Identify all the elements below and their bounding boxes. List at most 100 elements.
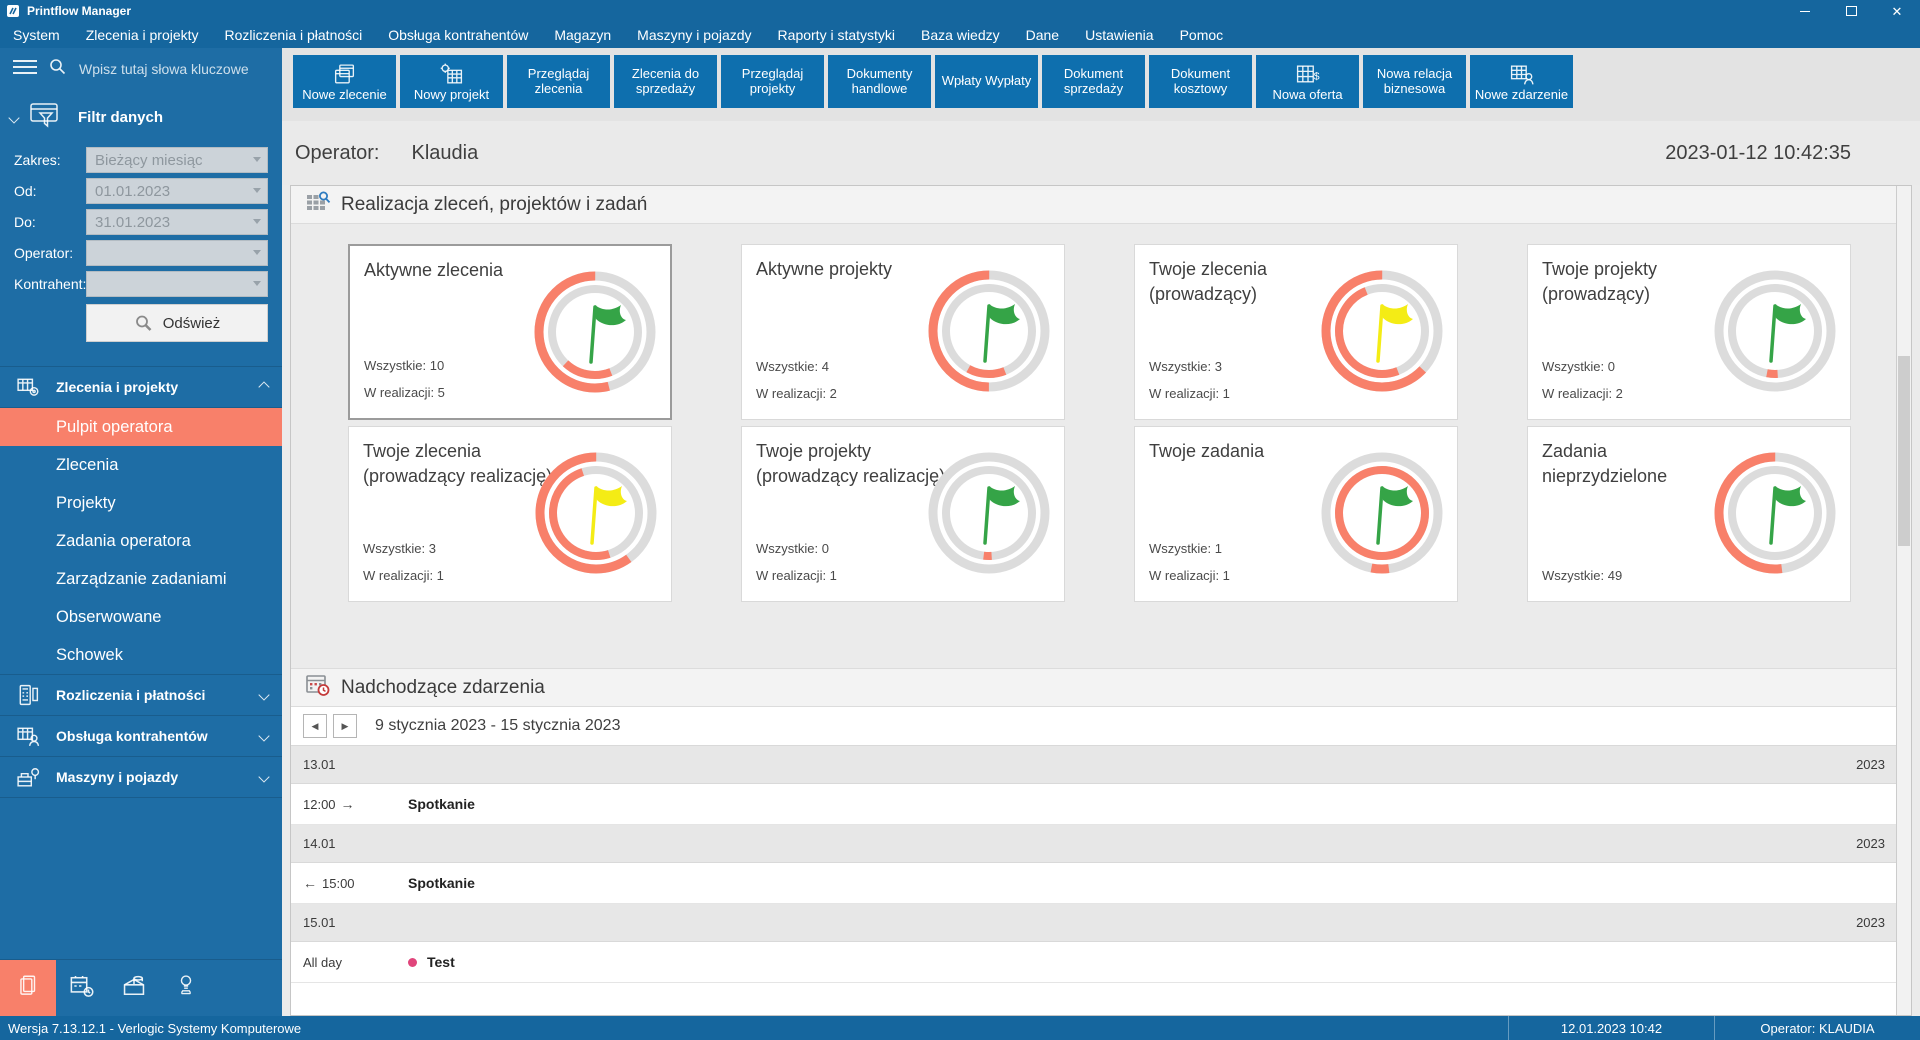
card-stat-line: W realizacji: 1	[756, 562, 837, 589]
event-date-row: 13.012023	[291, 746, 1911, 784]
event-row-spotkanie[interactable]: 12:00→Spotkanie	[291, 784, 1911, 825]
sidebar-item-schowek[interactable]: Schowek	[0, 636, 282, 674]
minimize-button[interactable]	[1782, 0, 1828, 22]
event-date-row: 15.012023	[291, 904, 1911, 942]
filter-field-operator-select[interactable]	[86, 240, 268, 266]
filter-header[interactable]: Filtr danych	[0, 100, 282, 135]
card-stats: Wszystkie: 3W realizacji: 1	[1149, 353, 1230, 407]
event-row-test[interactable]: All dayTest	[291, 942, 1911, 983]
menu-item-baza-wiedzy[interactable]: Baza wiedzy	[908, 22, 1013, 48]
app-window: Printflow Manager ✕ SystemZlecenia i pro…	[0, 0, 1920, 1040]
sidebar-item-zlecenia[interactable]: Zlecenia	[0, 446, 282, 484]
dashboard-card-aktywne-zlecenia[interactable]: Aktywne zlecenia Wszystkie: 10W realizac…	[348, 244, 672, 420]
sidebar: Filtr danych Zakres:Bieżący miesiącOd:01…	[0, 48, 282, 1016]
nav-group-obs-uga-kontrahent-w[interactable]: Obsługa kontrahentów	[0, 716, 282, 757]
toolbar-button-przegl-daj-zlecenia[interactable]: Przeglądaj zlecenia	[507, 55, 610, 108]
menu-item-ustawienia[interactable]: Ustawienia	[1072, 22, 1166, 48]
dashboard-card-zadania-nieprzydzielone[interactable]: Zadania nieprzydzielone Wszystkie: 49	[1527, 426, 1851, 602]
nav-group-zlecenia-i-projekty[interactable]: Zlecenia i projekty	[0, 367, 282, 408]
sidebar-item-obserwowane[interactable]: Obserwowane	[0, 598, 282, 636]
green-flag-progress-ring	[1712, 268, 1838, 394]
toolbar-button-nowa-oferta[interactable]: $Nowa oferta	[1256, 55, 1359, 108]
close-button[interactable]: ✕	[1874, 0, 1920, 22]
toolbar-button-wp-aty-wyp-aty[interactable]: Wpłaty Wypłaty	[935, 55, 1038, 108]
toolbar-button-przegl-daj-projekty[interactable]: Przeglądaj projekty	[721, 55, 824, 108]
menu-item-magazyn[interactable]: Magazyn	[541, 22, 624, 48]
green-flag-progress-ring	[926, 450, 1052, 576]
filter-field-zakres-select[interactable]: Bieżący miesiąc	[86, 147, 268, 173]
maximize-button[interactable]	[1828, 0, 1874, 22]
documents-tab[interactable]	[0, 960, 56, 1016]
new-project-icon	[438, 61, 465, 88]
filter-field-kontrahent-select[interactable]	[86, 271, 268, 297]
arrow-left-icon: ←	[303, 875, 317, 891]
sidebar-item-pulpit-operatora[interactable]: Pulpit operatora	[0, 408, 282, 446]
hamburger-menu-icon[interactable]	[12, 58, 38, 81]
events-section-header: Nadchodzące zdarzenia	[291, 668, 1911, 707]
nav-group-maszyny-i-pojazdy[interactable]: Maszyny i pojazdy	[0, 757, 282, 798]
window-controls: ✕	[1782, 0, 1920, 22]
scrollbar-thumb[interactable]	[1898, 356, 1910, 546]
warehouse-tab[interactable]	[108, 960, 160, 1016]
toolbar-button-dokument-sprzeda-y[interactable]: Dokument sprzedaży	[1042, 55, 1145, 108]
dashboard-card-aktywne-projekty[interactable]: Aktywne projekty Wszystkie: 4W realizacj…	[741, 244, 1065, 420]
toolbar-button-label: Nowa oferta	[1272, 88, 1342, 103]
menu-item-pomoc[interactable]: Pomoc	[1167, 22, 1237, 48]
operator-name: Klaudia	[411, 142, 478, 165]
yellow-flag-progress-ring	[533, 450, 659, 576]
search-input[interactable]	[77, 60, 270, 78]
left-arrow-icon: ◀	[312, 721, 319, 732]
sidebar-item-projekty[interactable]: Projekty	[0, 484, 282, 522]
card-stat-line: Wszystkie: 10	[364, 352, 445, 379]
card-title: Twoje zlecenia (prowadzący realizację)	[363, 439, 553, 489]
card-title: Twoje projekty (prowadzący)	[1542, 257, 1732, 307]
main-area: Nowe zlecenieNowy projektPrzeglądaj zlec…	[282, 48, 1920, 1016]
dropdown-arrow-icon	[253, 157, 261, 162]
dashboard-card-twoje-zadania[interactable]: Twoje zadania Wszystkie: 1W realizacji: …	[1134, 426, 1458, 602]
menu-item-rozliczenia-i-p-atno-ci[interactable]: Rozliczenia i płatności	[212, 22, 376, 48]
toolbar-button-dokumenty-handlowe[interactable]: Dokumenty handlowe	[828, 55, 931, 108]
event-title: Spotkanie	[408, 875, 475, 891]
ideas-tab[interactable]	[160, 960, 212, 1016]
dashboard-card-twoje-projekty-prowadz-cy-realizacj[interactable]: Twoje projekty (prowadzący realizację) W…	[741, 426, 1065, 602]
filter-field-od-select[interactable]: 01.01.2023	[86, 178, 268, 204]
title-bar: Printflow Manager ✕	[0, 0, 1920, 22]
sidebar-item-zarz-dzanie-zadaniami[interactable]: Zarządzanie zadaniami	[0, 560, 282, 598]
vertical-scrollbar[interactable]	[1896, 186, 1911, 1015]
green-flag-progress-ring	[532, 269, 658, 395]
toolbar-button-nowe-zdarzenie[interactable]: Nowe zdarzenie	[1470, 55, 1573, 108]
events-list: 13.01202312:00→Spotkanie14.012023←15:00S…	[291, 746, 1911, 1015]
menu-item-zlecenia-i-projekty[interactable]: Zlecenia i projekty	[73, 22, 212, 48]
refresh-button[interactable]: Odśwież	[86, 304, 268, 342]
dashboard-card-twoje-projekty-prowadz-cy[interactable]: Twoje projekty (prowadzący) Wszystkie: 0…	[1527, 244, 1851, 420]
ideas-tab-icon	[174, 973, 198, 1004]
event-row-spotkanie[interactable]: ←15:00Spotkanie	[291, 863, 1911, 904]
calendar-tab[interactable]	[56, 960, 108, 1016]
menu-item-raporty-i-statystyki[interactable]: Raporty i statystyki	[765, 22, 908, 48]
next-week-button[interactable]: ▶	[333, 714, 357, 738]
menu-item-system[interactable]: System	[0, 22, 73, 48]
filter-row-kontrahent: Kontrahent:	[14, 271, 268, 297]
card-stat-line: Wszystkie: 0	[756, 535, 837, 562]
menu-item-dane[interactable]: Dane	[1013, 22, 1072, 48]
realization-section-header: Realizacja zleceń, projektów i zadań	[291, 186, 1911, 224]
chevron-down-icon	[258, 689, 269, 700]
window-title: Printflow Manager	[27, 4, 131, 18]
filter-field-do-select[interactable]: 31.01.2023	[86, 209, 268, 235]
toolbar-button-nowy-projekt[interactable]: Nowy projekt	[400, 55, 503, 108]
toolbar-button-nowe-zlecenie[interactable]: Nowe zlecenie	[293, 55, 396, 108]
toolbar-button-zlecenia-do-sprzeda-y[interactable]: Zlecenia do sprzedaży	[614, 55, 717, 108]
menu-item-maszyny-i-pojazdy[interactable]: Maszyny i pojazdy	[624, 22, 764, 48]
prev-week-button[interactable]: ◀	[303, 714, 327, 738]
nav-group-rozliczenia-i-p-atno-ci[interactable]: Rozliczenia i płatności	[0, 675, 282, 716]
menu-item-obs-uga-kontrahent-w[interactable]: Obsługa kontrahentów	[375, 22, 541, 48]
dashboard-card-twoje-zlecenia-prowadz-cy-realizacj[interactable]: Twoje zlecenia (prowadzący realizację) W…	[348, 426, 672, 602]
toolbar-button-nowa-relacja-biznesowa[interactable]: Nowa relacja biznesowa	[1363, 55, 1466, 108]
version-label: Wersja 7.13.12.1 - Verlogic Systemy Komp…	[0, 1021, 301, 1036]
realization-section-title: Realizacja zleceń, projektów i zadań	[341, 194, 647, 216]
toolbar-button-dokument-kosztowy[interactable]: Dokument kosztowy	[1149, 55, 1252, 108]
card-stats: Wszystkie: 4W realizacji: 2	[756, 353, 837, 407]
dashboard-card-twoje-zlecenia-prowadz-cy[interactable]: Twoje zlecenia (prowadzący) Wszystkie: 3…	[1134, 244, 1458, 420]
sidebar-item-zadania-operatora[interactable]: Zadania operatora	[0, 522, 282, 560]
event-date-row: 14.012023	[291, 825, 1911, 863]
